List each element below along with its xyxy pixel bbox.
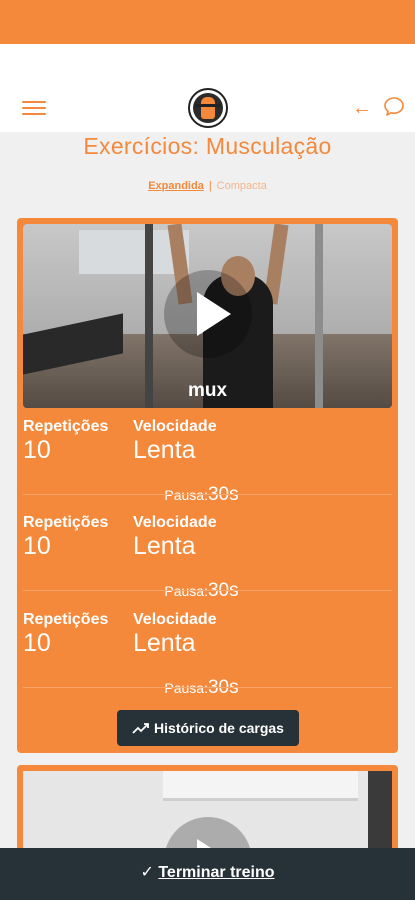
pause-info: Pausa:30s — [17, 484, 386, 506]
reps-value: 10 — [23, 436, 51, 464]
speed-value: Lenta — [133, 629, 196, 657]
check-icon: ✓ — [140, 864, 154, 881]
gym-logo — [188, 88, 228, 128]
reps-label: Repetições — [23, 611, 109, 628]
pause-label: Pausa: — [164, 487, 208, 503]
chat-bubble-icon[interactable] — [382, 95, 406, 119]
exercise-video[interactable]: mux — [23, 224, 392, 408]
page-title: Exercícios: Musculação — [83, 133, 332, 159]
finish-workout-label: Terminar treino — [158, 864, 275, 881]
speed-label: Velocidade — [133, 611, 217, 628]
reps-value: 10 — [23, 629, 51, 657]
speed-label: Velocidade — [133, 418, 217, 435]
pause-label: Pausa: — [164, 583, 208, 599]
trending-up-icon — [132, 723, 149, 734]
set-row: Repetições 10 Velocidade Lenta — [23, 514, 392, 584]
play-icon[interactable] — [164, 270, 252, 358]
reps-label: Repetições — [23, 514, 109, 531]
toggle-separator: | — [208, 180, 212, 192]
status-bar — [0, 0, 415, 44]
divider — [23, 687, 392, 688]
load-history-button[interactable]: Histórico de cargas — [117, 710, 299, 746]
set-row: Repetições 10 Velocidade Lenta — [23, 418, 392, 488]
load-history-label: Histórico de cargas — [154, 720, 284, 736]
pause-info: Pausa:30s — [17, 580, 386, 602]
reps-label: Repetições — [23, 418, 109, 435]
pause-label: Pausa: — [164, 680, 208, 696]
divider — [23, 494, 392, 495]
bottom-action-bar: ✓ Terminar treino — [0, 848, 415, 900]
video-provider-label: mux — [187, 380, 228, 401]
view-toggle: Expandida | Compacta — [0, 180, 415, 192]
reps-value: 10 — [23, 532, 51, 560]
toggle-expandida[interactable]: Expandida — [148, 180, 204, 192]
divider — [23, 590, 392, 591]
exercise-card: mux Repetições 10 Velocidade Lenta Pausa… — [17, 218, 398, 753]
speed-label: Velocidade — [133, 514, 217, 531]
hamburger-menu-icon[interactable] — [22, 98, 46, 118]
finish-workout-button[interactable]: ✓ Terminar treino — [0, 862, 415, 882]
arrow-left-icon[interactable]: ← — [352, 98, 372, 118]
toggle-compacta[interactable]: Compacta — [217, 180, 267, 192]
speed-value: Lenta — [133, 532, 196, 560]
speed-value: Lenta — [133, 436, 196, 464]
pause-info: Pausa:30s — [17, 677, 386, 699]
set-row: Repetições 10 Velocidade Lenta — [23, 611, 392, 681]
